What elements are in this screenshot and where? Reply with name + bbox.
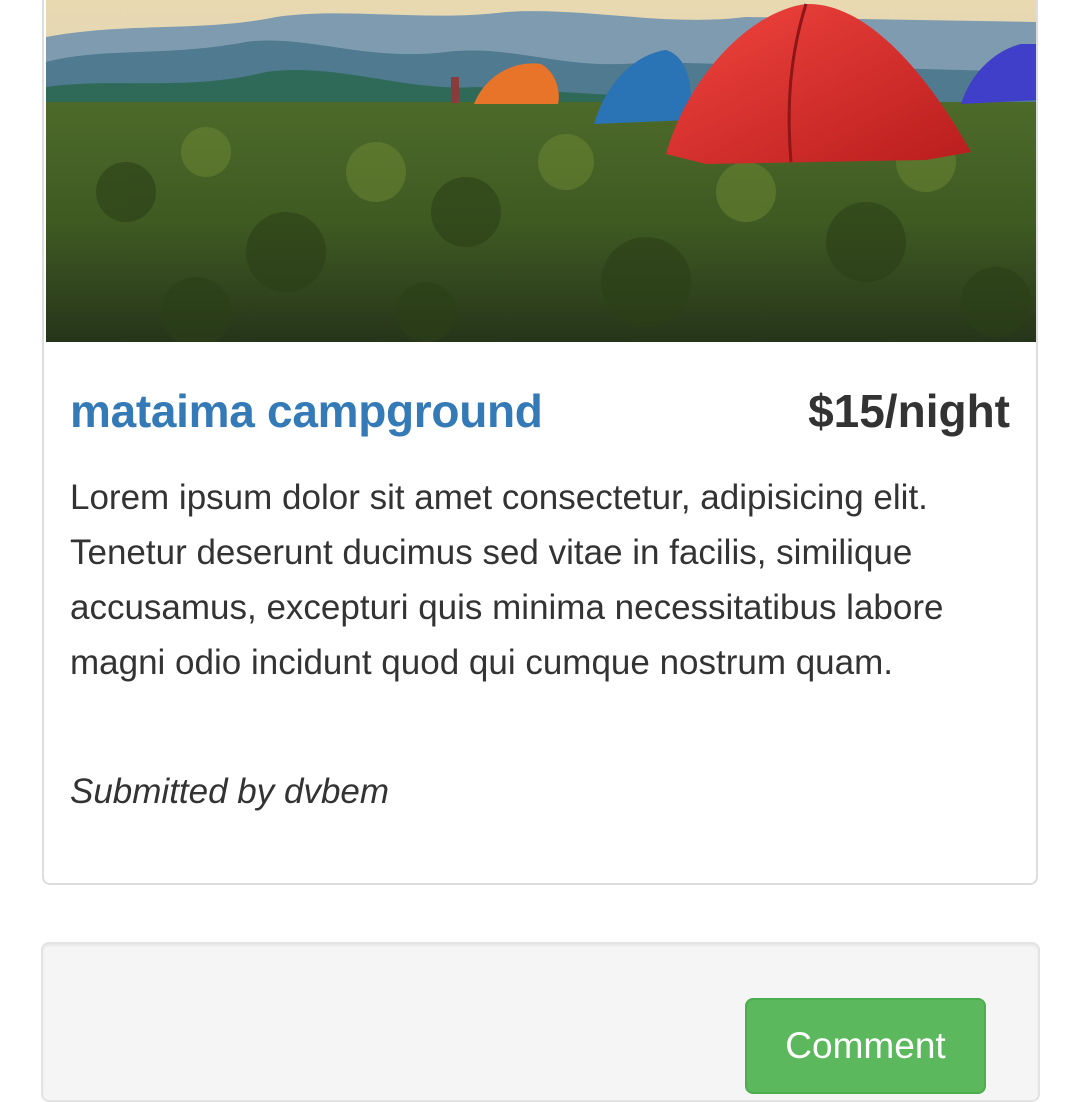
campground-name-link[interactable]: mataima campground	[70, 384, 543, 438]
comments-well: Comment	[41, 942, 1040, 1102]
campground-image	[46, 0, 1036, 342]
campground-description: Lorem ipsum dolor sit amet consectetur, …	[70, 478, 944, 682]
campground-card: mataima campground $15/night Lorem ipsum…	[42, 0, 1038, 885]
price-label: $15/night	[808, 385, 1010, 437]
title-row: mataima campground $15/night	[70, 342, 1010, 462]
submitted-by: Submitted by dvbem	[70, 772, 390, 811]
card-caption: mataima campground $15/night Lorem ipsum…	[70, 342, 1010, 811]
